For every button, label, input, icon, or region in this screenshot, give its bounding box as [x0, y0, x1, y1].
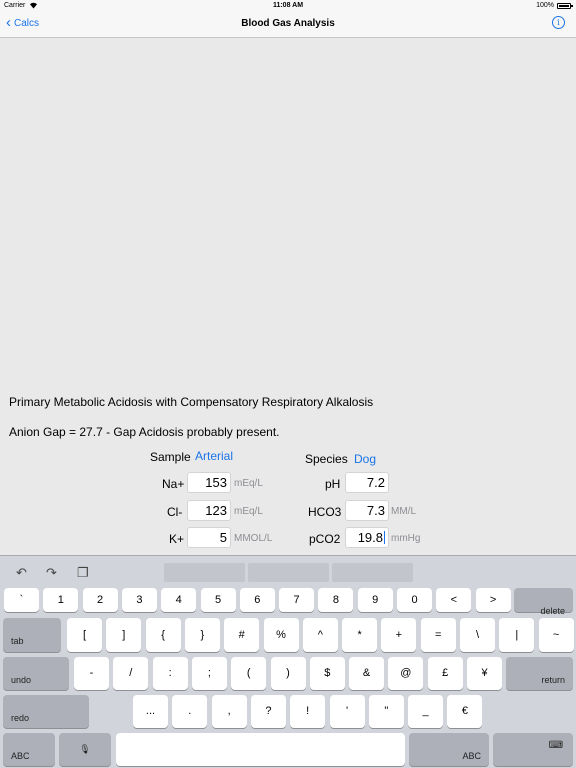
- key-row4[interactable]: ": [368, 695, 404, 728]
- space-key[interactable]: [116, 733, 405, 766]
- key-row2[interactable]: [: [67, 618, 102, 652]
- hco3-unit: MM/L: [391, 506, 416, 517]
- key-row4[interactable]: !: [290, 695, 326, 728]
- key-row4[interactable]: ': [329, 695, 365, 728]
- key-row1[interactable]: 5: [200, 588, 236, 612]
- cl-unit: mEq/L: [234, 506, 263, 517]
- key-row1[interactable]: 1: [43, 588, 79, 612]
- key-row1[interactable]: 8: [318, 588, 354, 612]
- undo-key[interactable]: undo: [3, 657, 69, 690]
- status-time: 11:08 AM: [272, 2, 304, 9]
- key-row3[interactable]: ¥: [467, 657, 502, 690]
- redo-icon[interactable]: ↷: [46, 565, 57, 581]
- species-selector[interactable]: Dog: [354, 452, 376, 466]
- key-row1[interactable]: `: [4, 588, 39, 612]
- tab-key[interactable]: tab: [3, 618, 61, 652]
- key-row3[interactable]: (: [231, 657, 267, 690]
- key-row2[interactable]: ]: [106, 618, 142, 652]
- key-row1[interactable]: 3: [121, 588, 157, 612]
- diagnosis-text: Primary Metabolic Acidosis with Compensa…: [9, 395, 374, 409]
- key-row3[interactable]: £: [427, 657, 463, 690]
- pco2-unit: mmHg: [391, 533, 421, 544]
- suggestion-slot-3[interactable]: [332, 563, 413, 582]
- delete-key[interactable]: delete: [514, 588, 573, 616]
- key-row3[interactable]: :: [152, 657, 188, 690]
- key-row2[interactable]: \: [460, 618, 495, 652]
- ph-label: pH: [325, 477, 341, 491]
- pco2-input[interactable]: 19.8: [345, 527, 389, 548]
- key-row4[interactable]: €: [447, 695, 483, 728]
- key-row3[interactable]: /: [113, 657, 149, 690]
- return-key[interactable]: return: [506, 657, 573, 690]
- page-title: Blood Gas Analysis: [241, 18, 335, 29]
- key-row3[interactable]: -: [74, 657, 109, 690]
- keyboard: ↶ ↷ ❐ ` 1 2 3 4 5 6 7 8 9 0 < > delete tab[]{} #% ^ * + = \…: [0, 555, 576, 768]
- key-row4[interactable]: _: [408, 695, 444, 728]
- k-unit: MMOL/L: [234, 533, 273, 544]
- key-row4[interactable]: ...: [133, 695, 168, 728]
- undo-icon[interactable]: ↶: [16, 565, 27, 581]
- key-row1[interactable]: 0: [397, 588, 432, 612]
- key-row3[interactable]: ;: [191, 657, 227, 690]
- na-unit: mEq/L: [234, 478, 263, 489]
- key-row1[interactable]: 9: [357, 588, 393, 612]
- abc-key-left[interactable]: ABC: [3, 733, 55, 766]
- key-row2[interactable]: +: [381, 618, 417, 652]
- key-row1[interactable]: 6: [239, 588, 275, 612]
- species-label: Species: [305, 452, 348, 466]
- key-row3[interactable]: $: [309, 657, 345, 690]
- hco3-input[interactable]: 7.3: [345, 500, 389, 521]
- redo-key[interactable]: redo: [3, 695, 89, 728]
- keyboard-hide-icon: ⌨: [548, 740, 563, 751]
- paste-icon[interactable]: ❐: [77, 565, 89, 581]
- key-row4[interactable]: ,: [211, 695, 247, 728]
- ph-input[interactable]: 7.2: [345, 472, 389, 493]
- key-row4[interactable]: ?: [250, 695, 286, 728]
- text-cursor: [384, 531, 385, 544]
- anion-gap-text: Anion Gap = 27.7 - Gap Acidosis probably…: [9, 425, 280, 439]
- key-row2[interactable]: {: [145, 618, 181, 652]
- k-label: K+: [169, 532, 185, 546]
- cl-label: Cl-: [167, 505, 183, 519]
- info-icon[interactable]: i: [552, 16, 565, 29]
- suggestion-slot-1[interactable]: [164, 563, 245, 582]
- key-row2[interactable]: =: [420, 618, 456, 652]
- sample-label: Sample: [150, 450, 191, 464]
- key-row3[interactable]: &: [349, 657, 385, 690]
- status-bar: Carrier 11:08 AM 100%: [0, 0, 576, 12]
- key-row2[interactable]: %: [263, 618, 299, 652]
- key-row4[interactable]: .: [172, 695, 208, 728]
- key-row1[interactable]: >: [475, 588, 511, 612]
- key-row1[interactable]: <: [436, 588, 472, 612]
- key-row2[interactable]: ~: [538, 618, 574, 652]
- microphone-icon[interactable]: 🎙: [59, 733, 111, 766]
- cl-input[interactable]: 123: [187, 500, 231, 521]
- pco2-label: pCO2: [309, 532, 341, 546]
- key-row2[interactable]: #: [224, 618, 260, 652]
- key-row1[interactable]: 7: [279, 588, 315, 612]
- key-row2[interactable]: ^: [302, 618, 338, 652]
- sample-selector[interactable]: Arterial: [195, 449, 233, 463]
- hco3-label: HCO3: [308, 505, 342, 519]
- key-row1[interactable]: 4: [161, 588, 197, 612]
- pco2-value: 19.8: [357, 530, 383, 545]
- battery-percent: 100%: [536, 2, 554, 9]
- na-input[interactable]: 153: [187, 472, 231, 493]
- key-row1[interactable]: 2: [82, 588, 118, 612]
- na-label: Na+: [162, 477, 185, 491]
- key-row3[interactable]: @: [388, 657, 424, 690]
- navigation-bar: ‹ Calcs Blood Gas Analysis i: [0, 12, 576, 38]
- key-row3[interactable]: ): [270, 657, 306, 690]
- k-input[interactable]: 5: [187, 527, 231, 548]
- suggestion-slot-2[interactable]: [248, 563, 329, 582]
- battery-icon: [557, 3, 573, 9]
- key-row2[interactable]: *: [342, 618, 378, 652]
- hide-keyboard-key[interactable]: ⌨: [493, 733, 573, 766]
- key-row2[interactable]: |: [499, 618, 535, 652]
- key-row2[interactable]: }: [184, 618, 220, 652]
- abc-key-right[interactable]: ABC: [409, 733, 489, 766]
